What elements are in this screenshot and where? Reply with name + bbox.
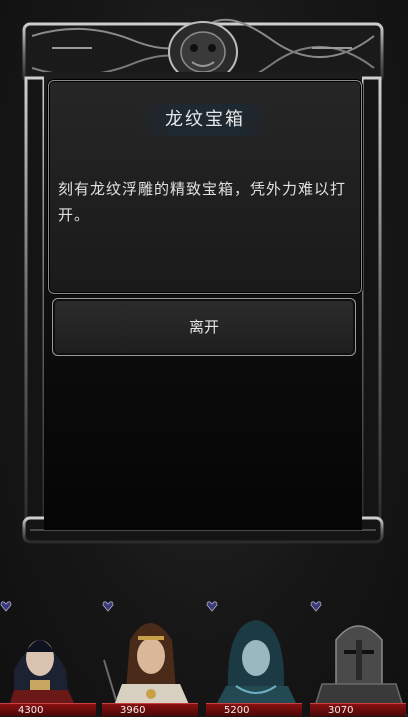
hp-bar xyxy=(206,703,302,716)
hp-bar xyxy=(102,703,198,716)
dialog-title: 龙纹宝箱 xyxy=(165,109,245,130)
hero-portrait-hooded-mage[interactable]: 5200 xyxy=(206,600,304,716)
hp-value: 5200 xyxy=(224,705,250,716)
heart-icon xyxy=(206,601,218,612)
hp-bar xyxy=(0,703,96,716)
leave-button[interactable]: 离开 xyxy=(52,298,356,356)
heart-icon xyxy=(310,601,322,612)
hp-value: 3070 xyxy=(328,705,354,716)
hp-value: 3960 xyxy=(120,705,146,716)
party-bar: 4300 3960 5200 3070 xyxy=(0,600,408,716)
hero-portrait-nun[interactable]: 4300 xyxy=(0,600,98,716)
hp-bar xyxy=(310,703,406,716)
dialog-description: 刻有龙纹浮雕的精致宝箱，凭外力难以打开。 xyxy=(58,180,347,224)
heart-icon xyxy=(0,601,12,612)
heart-icon xyxy=(102,601,114,612)
hero-portrait-warrior-woman[interactable]: 3960 xyxy=(102,600,200,716)
hero-portrait-armored-knight[interactable]: 3070 xyxy=(310,600,408,716)
hp-value: 4300 xyxy=(18,705,44,716)
